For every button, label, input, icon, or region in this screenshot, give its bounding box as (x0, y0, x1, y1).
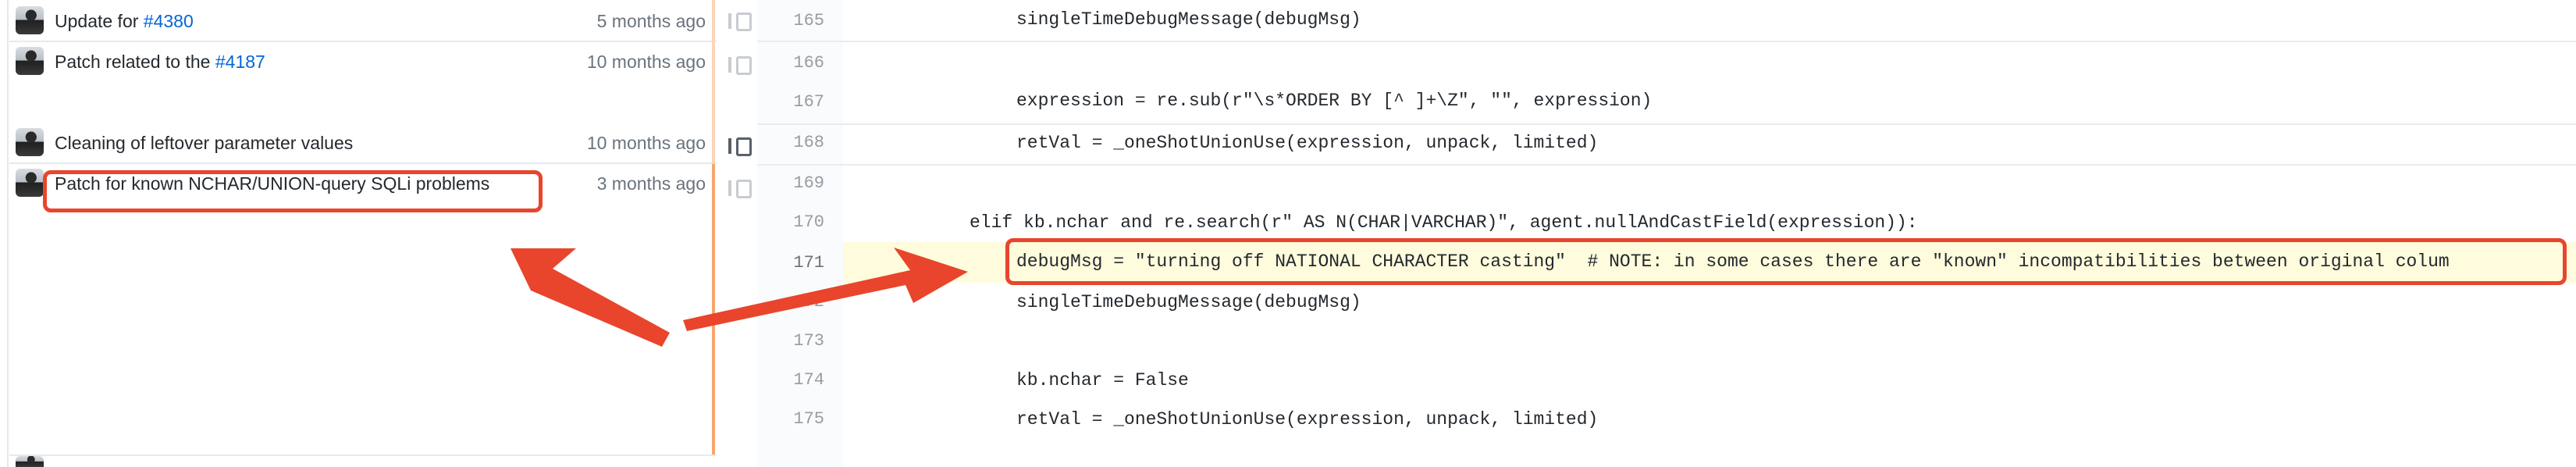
commit-row[interactable]: Patch related to the #4187 10 months ago (9, 42, 717, 125)
blame-prior-icon[interactable] (728, 136, 752, 156)
avatar[interactable] (16, 128, 44, 156)
line-number[interactable]: 174 (757, 370, 824, 390)
commit-row[interactable]: Update for #4380 5 months ago (9, 0, 717, 42)
code-line: singleTimeDebugMessage(debugMsg) (843, 0, 2576, 41)
code-text: retVal = _oneShotUnionUse(expression, un… (1016, 133, 1599, 153)
code-line: retVal = _oneShotUnionUse(expression, un… (843, 400, 2576, 440)
code-text: kb.nchar = False (1016, 370, 1189, 390)
line-number[interactable]: 166 (757, 53, 824, 73)
avatar[interactable] (16, 456, 44, 467)
avatar[interactable] (16, 47, 44, 75)
blame-prior-icon[interactable] (728, 55, 752, 75)
line-number[interactable]: 169 (757, 173, 824, 193)
commit-row[interactable]: Cleaning of leftover parameter values 10… (9, 123, 717, 164)
avatar[interactable] (16, 6, 44, 34)
commit-message[interactable]: Update for #4380 (55, 11, 194, 32)
code-line: expression = re.sub(r"\s*ORDER BY [^ ]+\… (843, 81, 2576, 122)
commit-time: 5 months ago (596, 11, 706, 31)
blame-commit-pane: Update for #4380 5 months ago Patch rela… (0, 0, 717, 467)
code-line: retVal = _oneShotUnionUse(expression, un… (843, 123, 2576, 164)
line-number[interactable]: 165 (757, 11, 824, 30)
blame-prior-icon[interactable] (728, 11, 752, 31)
line-number[interactable]: 167 (757, 92, 824, 112)
age-heat-bar (712, 0, 715, 164)
line-number[interactable]: 168 (757, 133, 824, 152)
line-number[interactable]: 175 (757, 409, 824, 429)
commit-time: 10 months ago (586, 133, 706, 153)
code-line: singleTimeDebugMessage(debugMsg) (843, 283, 2576, 323)
code-text: singleTimeDebugMessage(debugMsg) (1016, 292, 1361, 312)
issue-link[interactable]: #4187 (215, 52, 265, 72)
commit-time: 3 months ago (596, 173, 706, 194)
commit-time: 10 months ago (586, 52, 706, 72)
blame-prior-icon[interactable] (728, 178, 752, 198)
code-line: kb.nchar = False (843, 361, 2576, 401)
pane-border (7, 0, 9, 467)
line-number[interactable]: 171 (757, 253, 824, 273)
commit-message-text[interactable]: Patch related to the (55, 52, 215, 72)
code-text: singleTimeDebugMessage(debugMsg) (1016, 9, 1361, 30)
age-heat-bar (712, 164, 715, 455)
issue-link[interactable]: #4380 (144, 11, 194, 31)
code-view: 165 singleTimeDebugMessage(debugMsg) 166… (757, 0, 2576, 467)
code-text: elif kb.nchar and re.search(r" AS N(CHAR… (970, 212, 1918, 233)
code-text: expression = re.sub(r"\s*ORDER BY [^ ]+\… (1016, 91, 1653, 111)
annotation-box-code (1005, 238, 2567, 285)
annotation-box-commit (43, 170, 543, 212)
line-number[interactable]: 173 (757, 331, 824, 351)
avatar[interactable] (16, 169, 44, 197)
commit-message-text[interactable]: Update for (55, 11, 144, 31)
commit-message[interactable]: Patch related to the #4187 (55, 52, 265, 73)
line-number[interactable]: 170 (757, 212, 824, 232)
code-text: retVal = _oneShotUnionUse(expression, un… (1016, 409, 1599, 430)
commit-message[interactable]: Cleaning of leftover parameter values (55, 133, 353, 154)
line-number[interactable]: 172 (757, 292, 824, 312)
